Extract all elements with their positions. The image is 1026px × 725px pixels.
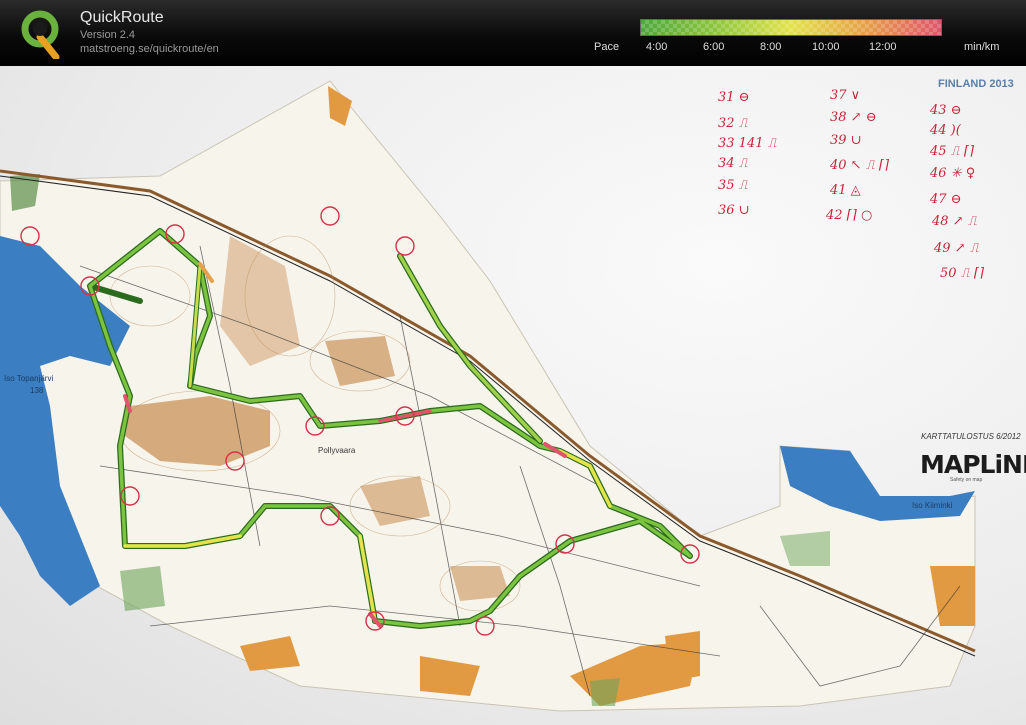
- pace-tick: 8:00: [760, 41, 782, 53]
- control-note: 39 ∪: [830, 133, 862, 148]
- control-note: 42 ⌈⌉ ○: [826, 208, 873, 223]
- app-header: QuickRoute Version 2.4 matstroeng.se/qui…: [0, 0, 1026, 66]
- control-note: 41 ◬: [830, 183, 861, 198]
- control-note: 46 ✳ ♀: [930, 166, 976, 181]
- mapline-tagline: Safety on map: [950, 477, 983, 483]
- pace-tick: 4:00: [646, 41, 668, 53]
- pace-unit: min/km: [964, 41, 1000, 53]
- map-country-label: FINLAND 2013: [938, 78, 1014, 90]
- quickroute-logo-icon: [21, 10, 60, 59]
- app-url-link[interactable]: matstroeng.se/quickroute/en: [80, 43, 219, 55]
- control-note: 40 ↖ ⎍ ⌈⌉: [830, 158, 890, 173]
- control-note: 33 141 ⎍: [718, 136, 777, 151]
- control-note: 43 ⊖: [930, 103, 962, 118]
- control-note: 44 )(: [930, 123, 961, 138]
- app-title: QuickRoute: [80, 9, 164, 26]
- control-note: 31 ⊖: [718, 90, 750, 105]
- control-note: 50 ⎍ ⌈⌉: [940, 266, 985, 281]
- control-note: 49 ↗ ⎍: [934, 241, 979, 256]
- control-note: 34 ⎍: [718, 156, 748, 171]
- control-note: 38 ↗ ⊖: [830, 110, 877, 125]
- mapline-logo: MAPLiNE: [920, 450, 1026, 479]
- lake-elevation: 138: [30, 386, 44, 395]
- map-canvas[interactable]: FINLAND 2013 KARTTATULOSTUS 6/2012 MAPLi…: [0, 66, 1026, 725]
- app-version: Version 2.4: [80, 29, 136, 41]
- river-label: Iso Kiiminki: [912, 501, 953, 510]
- pace-color-scale: [640, 19, 942, 36]
- control-note: 32 ⎍: [718, 116, 748, 131]
- pace-label: Pace: [594, 41, 620, 53]
- hill-label: Pollyvaara: [318, 446, 356, 455]
- pace-tick: 12:00: [869, 41, 897, 53]
- control-note: 47 ⊖: [930, 192, 962, 207]
- lake-label: Iso Topanjärvi: [4, 374, 54, 383]
- control-note: 45 ⎍ ⌈⌉: [930, 144, 975, 159]
- control-note: 37 ∨: [830, 88, 861, 103]
- map-print-label: KARTTATULOSTUS 6/2012: [921, 432, 1021, 441]
- pace-tick: 6:00: [703, 41, 725, 53]
- control-note: 48 ↗ ⎍: [932, 214, 977, 229]
- control-note: 35 ⎍: [718, 178, 748, 193]
- pace-tick: 10:00: [812, 41, 840, 53]
- control-note: 36 ∪: [718, 203, 750, 218]
